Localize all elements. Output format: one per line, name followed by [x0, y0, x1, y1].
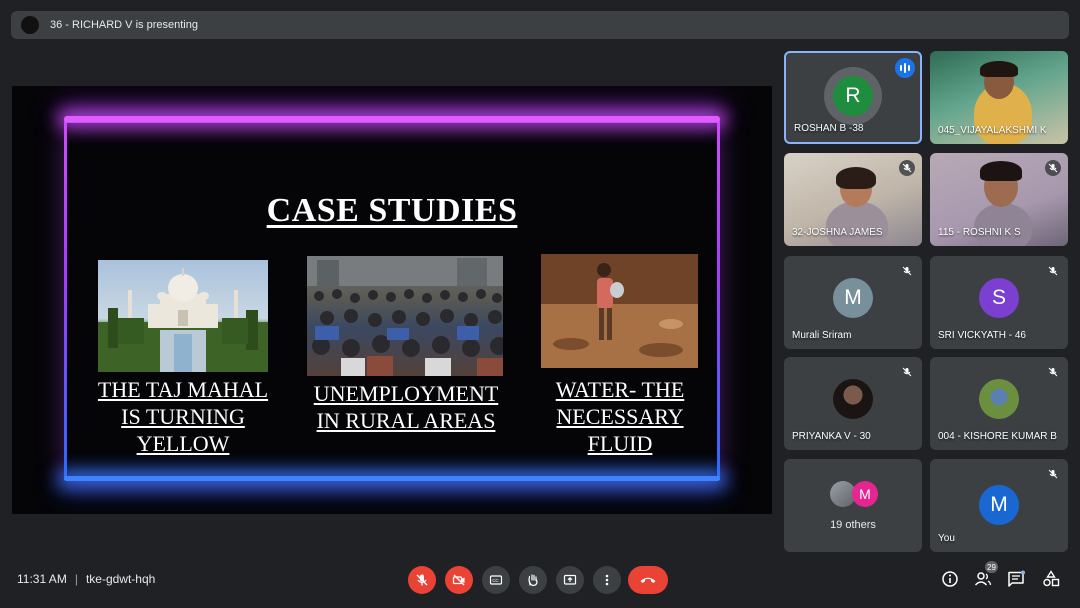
caption-line: WATER- THE	[555, 377, 685, 402]
mic-off-icon	[1045, 160, 1061, 176]
end-call-icon	[640, 577, 656, 583]
avatar	[979, 379, 1019, 419]
taj-mahal-image	[98, 260, 268, 372]
caption-line: YELLOW	[136, 431, 230, 456]
slide-neon-top	[64, 116, 720, 122]
present-now-button[interactable]	[556, 566, 584, 594]
participant-name: ROSHAN B -38	[794, 123, 864, 134]
meeting-details-button[interactable]	[939, 568, 961, 590]
mic-off-icon	[1045, 263, 1061, 279]
caption-line: UNEMPLOYMENT	[313, 381, 499, 406]
chat-icon	[1008, 570, 1025, 587]
participant-name: Murali Sriram	[792, 330, 852, 341]
participant-name: PRIYANKA V - 30	[792, 431, 871, 442]
participant-name: You	[938, 533, 955, 544]
caption-line: THE TAJ MAHAL	[97, 377, 269, 402]
mic-off-icon	[899, 263, 915, 279]
caption-line: IN RURAL AREAS	[316, 408, 496, 433]
others-avatars: M	[830, 481, 880, 507]
participant-name: SRI VICKYATH - 46	[938, 330, 1026, 341]
participant-name: 004 - KISHORE KUMAR B	[938, 431, 1057, 442]
avatar: R	[833, 76, 873, 116]
participant-tile[interactable]: S SRI VICKYATH - 46	[930, 256, 1068, 349]
water-girl-image	[541, 254, 698, 368]
participant-tile[interactable]: 32-JOSHNA JAMES	[784, 153, 922, 246]
speaking-indicator-icon	[895, 58, 915, 78]
meeting-info: 11:31 AM | tke-gdwt-hqh	[17, 572, 155, 586]
participant-tile[interactable]: PRIYANKA V - 30	[784, 357, 922, 450]
mic-off-icon	[899, 364, 915, 380]
presenter-text: 36 - RICHARD V is presenting	[50, 19, 198, 31]
people-count-badge: 29	[985, 561, 998, 573]
svg-text:CC: CC	[492, 578, 499, 583]
participant-name: 32-JOSHNA JAMES	[792, 227, 883, 238]
mic-off-icon	[1045, 466, 1061, 482]
meeting-time: 11:31 AM	[17, 572, 67, 586]
participant-tile[interactable]: R ROSHAN B -38	[784, 51, 922, 144]
avatar: S	[979, 278, 1019, 318]
more-options-button[interactable]	[593, 566, 621, 594]
participant-tile[interactable]: 004 - KISHORE KUMAR B	[930, 357, 1068, 450]
raise-hand-button[interactable]	[519, 566, 547, 594]
meeting-code: tke-gdwt-hqh	[85, 572, 156, 586]
presentation-stage[interactable]: CASE STUDIES THE TAJ MAHAL IS TURNING YE…	[12, 86, 772, 514]
chat-button[interactable]	[1005, 568, 1027, 590]
activities-icon	[1043, 570, 1060, 587]
present-icon	[563, 574, 577, 585]
people-button[interactable]: 29	[972, 561, 998, 590]
camera-off-icon	[452, 574, 465, 586]
avatar-ring: R	[824, 67, 882, 125]
participant-video	[974, 203, 1032, 246]
participant-video	[826, 201, 888, 246]
participant-hair	[836, 167, 876, 189]
others-count-label: 19 others	[830, 519, 876, 531]
participant-hair	[980, 61, 1018, 77]
caption-water: WATER- THE NECESSARY FLUID	[532, 376, 708, 457]
caption-line: NECESSARY	[556, 404, 684, 429]
caption-taj-mahal: THE TAJ MAHAL IS TURNING YELLOW	[82, 376, 284, 457]
mic-off-icon	[416, 574, 428, 586]
self-tile[interactable]: M You	[930, 459, 1068, 552]
more-options-icon	[605, 574, 609, 586]
caption-line: FLUID	[587, 431, 653, 456]
info-icon	[942, 571, 958, 587]
participant-name: 045_VIJAYALAKSHMI K	[938, 125, 1047, 136]
microphone-button[interactable]	[408, 566, 436, 594]
separator: |	[74, 572, 78, 586]
participant-hair	[980, 161, 1022, 181]
avatar	[833, 379, 873, 419]
caption-unemployment: UNEMPLOYMENT IN RURAL AREAS	[296, 380, 516, 434]
raise-hand-icon	[528, 574, 538, 587]
camera-button[interactable]	[445, 566, 473, 594]
mic-off-icon	[1045, 364, 1061, 380]
bottom-controls: 11:31 AM | tke-gdwt-hqh CC 29	[0, 558, 1080, 600]
participant-name: 115 - ROSHNI K S	[938, 227, 1021, 238]
leave-call-button[interactable]	[628, 566, 668, 594]
slide-neon-bottom	[64, 476, 720, 481]
participant-tile[interactable]: 115 - ROSHNI K S	[930, 153, 1068, 246]
captions-button[interactable]: CC	[482, 566, 510, 594]
avatar: M	[979, 485, 1019, 525]
avatar: M	[833, 278, 873, 318]
participant-tile[interactable]: M Murali Sriram	[784, 256, 922, 349]
mic-off-icon	[899, 160, 915, 176]
unemployment-crowd-image	[307, 256, 503, 376]
caption-line: IS TURNING	[121, 404, 245, 429]
presenter-banner: 36 - RICHARD V is presenting	[11, 11, 1069, 39]
activities-button[interactable]	[1040, 568, 1062, 590]
captions-icon: CC	[489, 575, 503, 585]
slide-title: CASE STUDIES	[266, 192, 518, 229]
avatar: M	[852, 481, 878, 507]
participant-tile[interactable]: 045_VIJAYALAKSHMI K	[930, 51, 1068, 144]
presenter-avatar-icon	[21, 16, 39, 34]
others-tile[interactable]: M 19 others	[784, 459, 922, 552]
